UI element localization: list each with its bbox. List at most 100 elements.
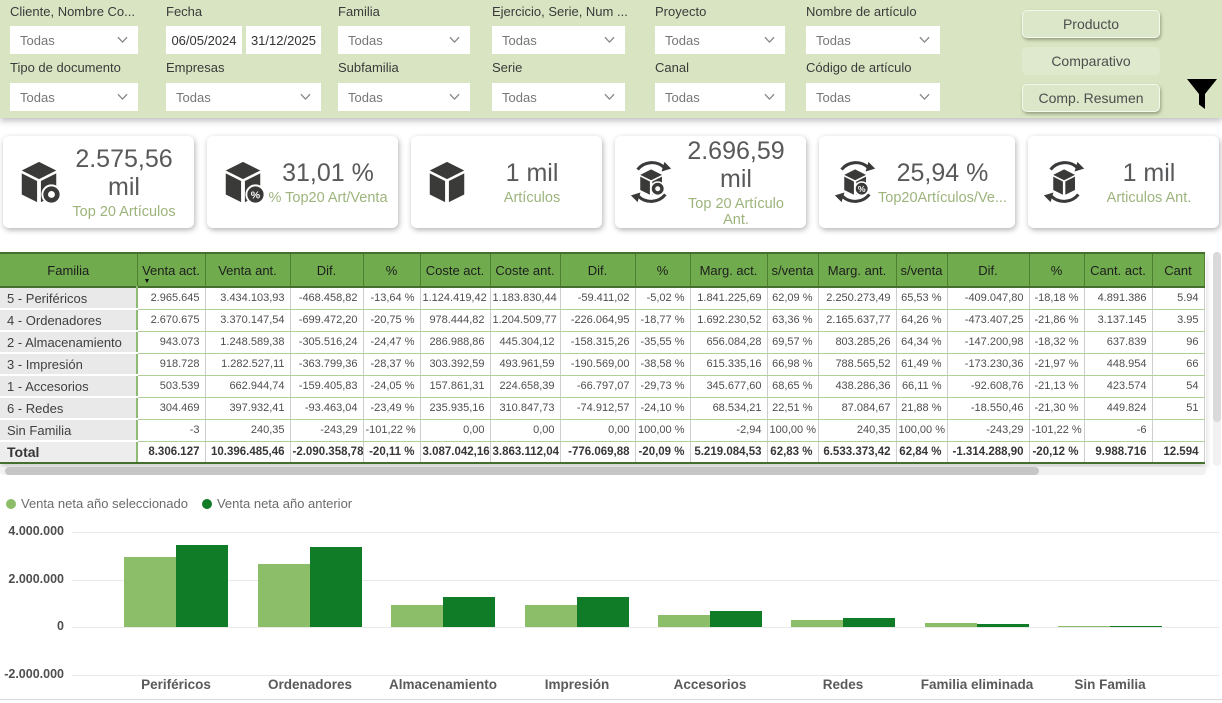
kpi-card-row: 2.575,56 milTop 20 Artículos%31,01 %% To… bbox=[0, 136, 1222, 228]
table-row[interactable]: Sin Familia-3240,35-243,29-101,22 %0,000… bbox=[0, 419, 1204, 441]
box-icon bbox=[424, 159, 470, 205]
bar-selected-year-perif-ricos[interactable] bbox=[124, 557, 176, 627]
column-header-s-venta[interactable]: s/venta bbox=[896, 253, 947, 287]
filter-dropdown-canal[interactable]: Todas bbox=[655, 83, 785, 111]
value-cell: 51 bbox=[1152, 397, 1204, 419]
bar-previous-year-ordenadores[interactable] bbox=[310, 547, 362, 627]
value-cell: -243,29 bbox=[947, 419, 1029, 441]
kpi-card-top20art-culos-ve[interactable]: % 25,94 %Top20Artículos/Ve... bbox=[819, 136, 1015, 228]
filter-dropdown-familia[interactable]: Todas bbox=[338, 26, 470, 54]
filter-dropdown-ejercicio-serie-num[interactable]: Todas bbox=[492, 26, 625, 54]
column-header-coste-ant[interactable]: Coste ant. bbox=[490, 253, 560, 287]
column-header-familia[interactable]: Familia bbox=[0, 253, 137, 287]
bar-previous-year-familia-eliminada[interactable] bbox=[977, 624, 1029, 627]
table-horizontal-scrollbar[interactable] bbox=[0, 467, 1206, 475]
nav-button-comparativo[interactable]: Comparativo bbox=[1022, 47, 1160, 75]
table-row[interactable]: 5 - Periféricos2.965.6453.434.103,93-468… bbox=[0, 287, 1204, 309]
sort-descending-icon[interactable]: ▼ bbox=[144, 278, 151, 286]
value-cell: -699.472,20 bbox=[290, 309, 363, 331]
column-header-[interactable]: % bbox=[1029, 253, 1084, 287]
column-header-venta-ant[interactable]: Venta ant. bbox=[205, 253, 290, 287]
total-value-cell: 8.306.127 bbox=[137, 441, 205, 463]
column-header-cant-act[interactable]: Cant. act. bbox=[1084, 253, 1152, 287]
value-cell: -23,49 % bbox=[363, 397, 420, 419]
table-vertical-scrollbar[interactable] bbox=[1213, 252, 1221, 466]
column-header-dif[interactable]: Dif. bbox=[290, 253, 363, 287]
bar-selected-year-almacenamiento[interactable] bbox=[391, 605, 443, 627]
bar-previous-year-perif-ricos[interactable] bbox=[176, 545, 228, 627]
table-row[interactable]: 3 - Impresión918.7281.282.527,11-363.799… bbox=[0, 353, 1204, 375]
bar-selected-year-ordenadores[interactable] bbox=[258, 564, 310, 627]
column-header-[interactable]: % bbox=[635, 253, 690, 287]
filter-value-proyecto: Todas bbox=[665, 33, 764, 48]
bar-selected-year-sin-familia[interactable] bbox=[1058, 626, 1110, 627]
x-axis-label-accesorios: Accesorios bbox=[640, 677, 780, 692]
bar-selected-year-impresi-n[interactable] bbox=[525, 605, 577, 627]
column-header-dif[interactable]: Dif. bbox=[560, 253, 635, 287]
kpi-text-block: 25,94 %Top20Artículos/Ve... bbox=[878, 159, 1015, 206]
value-cell: -101,22 % bbox=[1029, 419, 1084, 441]
gridline bbox=[72, 580, 1220, 581]
filter-dropdown-cliente-nombre-co[interactable]: Todas bbox=[10, 26, 138, 54]
date-from-input[interactable]: 06/05/2024 bbox=[166, 26, 242, 54]
table-row[interactable]: 4 - Ordenadores2.670.6753.370.147,54-699… bbox=[0, 309, 1204, 331]
value-cell: -66.797,07 bbox=[560, 375, 635, 397]
column-header-s-venta[interactable]: s/venta bbox=[767, 253, 818, 287]
value-cell: 656.084,28 bbox=[690, 331, 767, 353]
filter-dropdown-c-digo-de-art-culo[interactable]: Todas bbox=[806, 83, 940, 111]
filter-dropdown-tipo-de-documento[interactable]: Todas bbox=[10, 83, 138, 111]
value-cell: 100,00 % bbox=[635, 419, 690, 441]
column-header-venta-act[interactable]: Venta act.▼ bbox=[137, 253, 205, 287]
filter-dropdown-empresas[interactable]: Todas bbox=[166, 83, 321, 111]
kpi-label: Top 20 Artículo Ant. bbox=[674, 196, 798, 228]
filter-label-ejercicio-serie-num: Ejercicio, Serie, Num ... bbox=[492, 4, 628, 19]
svg-text:%: % bbox=[858, 184, 866, 194]
column-header-dif[interactable]: Dif. bbox=[947, 253, 1029, 287]
table-row[interactable]: 2 - Almacenamiento943.0731.248.589,38-30… bbox=[0, 331, 1204, 353]
value-cell: 304.469 bbox=[137, 397, 205, 419]
value-cell: 0,00 bbox=[490, 419, 560, 441]
kpi-label: Artículos bbox=[470, 190, 594, 206]
bar-previous-year-sin-familia[interactable] bbox=[1110, 626, 1162, 627]
filter-dropdown-nombre-de-art-culo[interactable]: Todas bbox=[806, 26, 940, 54]
funnel-icon[interactable] bbox=[1184, 76, 1220, 112]
bar-previous-year-almacenamiento[interactable] bbox=[443, 597, 495, 627]
filter-dropdown-subfamilia[interactable]: Todas bbox=[338, 83, 470, 111]
y-axis-tick-label: -2.000.000 bbox=[0, 667, 64, 681]
bar-selected-year-accesorios[interactable] bbox=[658, 615, 710, 627]
kpi-value: 25,94 % bbox=[878, 159, 1007, 187]
column-header-cant[interactable]: Cant bbox=[1152, 253, 1204, 287]
sales-bar-chart: Venta neta año seleccionado Venta neta a… bbox=[0, 480, 1222, 703]
value-cell: -243,29 bbox=[290, 419, 363, 441]
bar-previous-year-redes[interactable] bbox=[843, 618, 895, 627]
column-header-marg-ant[interactable]: Marg. ant. bbox=[818, 253, 896, 287]
bar-previous-year-accesorios[interactable] bbox=[710, 611, 762, 627]
value-cell: 61,49 % bbox=[896, 353, 947, 375]
filter-dropdown-proyecto[interactable]: Todas bbox=[655, 26, 785, 54]
vscroll-thumb[interactable] bbox=[1213, 252, 1221, 422]
filter-dropdown-serie[interactable]: Todas bbox=[492, 83, 625, 111]
value-cell: 240,35 bbox=[818, 419, 896, 441]
bar-selected-year-redes[interactable] bbox=[791, 620, 843, 627]
bar-previous-year-impresi-n[interactable] bbox=[577, 597, 629, 627]
gridline bbox=[72, 532, 1220, 533]
hscroll-thumb[interactable] bbox=[5, 467, 1039, 475]
kpi-card-top-20-art-culos[interactable]: 2.575,56 milTop 20 Artículos bbox=[3, 136, 194, 228]
value-cell: 303.392,59 bbox=[420, 353, 490, 375]
table-row[interactable]: 1 - Accesorios503.539662.944,74-159.405,… bbox=[0, 375, 1204, 397]
date-to-input[interactable]: 31/12/2025 bbox=[246, 26, 321, 54]
column-header-marg-act[interactable]: Marg. act. bbox=[690, 253, 767, 287]
kpi-card-articulos-ant[interactable]: 1 milArticulos Ant. bbox=[1028, 136, 1219, 228]
bar-selected-year-familia-eliminada[interactable] bbox=[925, 623, 977, 627]
column-header-coste-act[interactable]: Coste act. bbox=[420, 253, 490, 287]
value-cell: 397.932,41 bbox=[205, 397, 290, 419]
value-cell: 87.084,67 bbox=[818, 397, 896, 419]
nav-button-producto[interactable]: Producto bbox=[1022, 10, 1160, 38]
kpi-card-top-20-art-culo-ant[interactable]: 2.696,59 milTop 20 Artículo Ant. bbox=[615, 136, 806, 228]
kpi-card-top20-art-venta[interactable]: %31,01 %% Top20 Art/Venta bbox=[207, 136, 398, 228]
total-value-cell: 10.396.485,46 bbox=[205, 441, 290, 463]
column-header-[interactable]: % bbox=[363, 253, 420, 287]
kpi-card-art-culos[interactable]: 1 milArtículos bbox=[411, 136, 602, 228]
nav-button-comp-resumen[interactable]: Comp. Resumen bbox=[1022, 84, 1160, 112]
table-row[interactable]: 6 - Redes304.469397.932,41-93.463,04-23,… bbox=[0, 397, 1204, 419]
